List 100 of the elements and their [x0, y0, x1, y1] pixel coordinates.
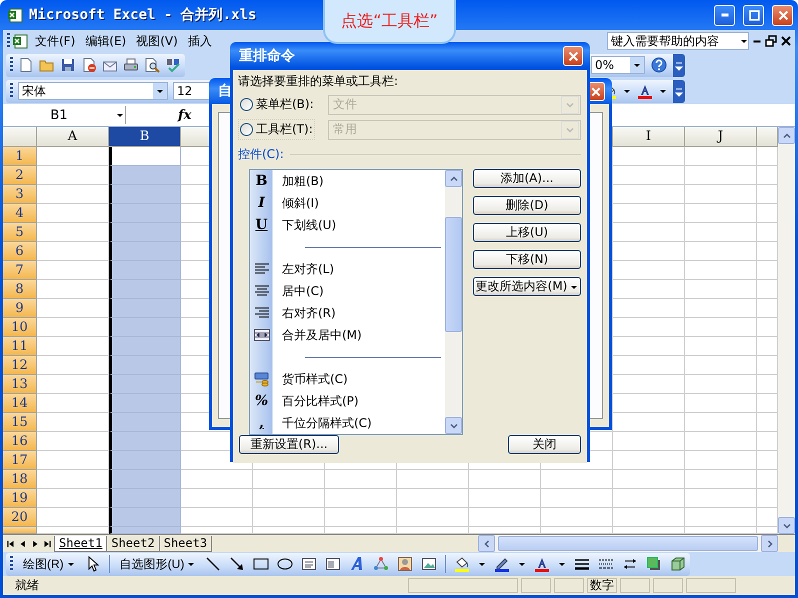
sheet-cell[interactable]: [397, 508, 469, 527]
sheet-cell[interactable]: [613, 280, 685, 299]
font-field[interactable]: 宋体: [18, 82, 168, 100]
row-header[interactable]: 13: [3, 375, 37, 394]
sheet-cell[interactable]: [469, 508, 541, 527]
column-header[interactable]: J: [685, 127, 757, 147]
scroll-thumb[interactable]: [445, 217, 462, 332]
command-item[interactable]: 右对齐(R): [250, 302, 445, 324]
column-header[interactable]: [757, 127, 778, 147]
sheet-cell[interactable]: [109, 394, 181, 413]
sheet-cell[interactable]: [685, 356, 757, 375]
close-button[interactable]: [563, 46, 583, 66]
sheet-cell[interactable]: [613, 432, 685, 451]
minimize-workbook-icon[interactable]: [753, 40, 761, 42]
line-icon[interactable]: [205, 556, 222, 572]
sheet-cell[interactable]: [613, 489, 685, 508]
diagram-icon[interactable]: [373, 556, 390, 572]
sheet-cell[interactable]: [685, 489, 757, 508]
column-header[interactable]: B: [109, 127, 181, 147]
sheet-cell[interactable]: [541, 489, 613, 508]
sheet-cell[interactable]: [685, 375, 757, 394]
arrow-icon[interactable]: [229, 556, 246, 572]
toolbar-options-button[interactable]: [673, 54, 685, 76]
scroll-up-button[interactable]: [445, 170, 462, 187]
sheet-cell[interactable]: [253, 470, 325, 489]
line-color-icon[interactable]: [494, 556, 510, 572]
sheet-cell[interactable]: [685, 147, 757, 166]
vertical-text-box-icon[interactable]: [325, 556, 342, 572]
draw-menu-button[interactable]: 绘图(R): [21, 556, 77, 572]
rectangle-icon[interactable]: [253, 556, 270, 572]
sheet-cell[interactable]: [181, 508, 253, 527]
sheet-cell[interactable]: [541, 508, 613, 527]
caret-icon[interactable]: [478, 561, 486, 567]
column-header[interactable]: A: [37, 127, 109, 147]
sheet-cell[interactable]: [685, 470, 757, 489]
row-header[interactable]: 16: [3, 432, 37, 451]
sheet-cell[interactable]: [109, 166, 181, 185]
permission-icon[interactable]: [81, 57, 97, 73]
command-item[interactable]: U 下划线(U): [250, 214, 445, 236]
dialog-button[interactable]: 删除(D): [473, 196, 581, 215]
scroll-down-button[interactable]: [445, 417, 462, 434]
sheet-cell[interactable]: [469, 489, 541, 508]
menu-item[interactable]: 插入: [184, 30, 215, 52]
oval-icon[interactable]: [277, 556, 294, 572]
new-document-icon[interactable]: [18, 57, 34, 73]
sheet-cell[interactable]: [109, 527, 181, 534]
sheet-cell[interactable]: [685, 318, 757, 337]
sheet-cell[interactable]: [613, 413, 685, 432]
sheet-cell[interactable]: [109, 280, 181, 299]
sheet-cell[interactable]: [613, 470, 685, 489]
sheet-cell[interactable]: [325, 489, 397, 508]
sheet-cell[interactable]: [253, 508, 325, 527]
command-item[interactable]: I 倾斜(I): [250, 192, 445, 214]
sheet-cell[interactable]: [685, 280, 757, 299]
sheet-cell[interactable]: [685, 394, 757, 413]
help-icon[interactable]: [651, 57, 667, 73]
arrow-style-icon[interactable]: [622, 556, 638, 572]
sheet-cell[interactable]: [253, 489, 325, 508]
column-header[interactable]: I: [613, 127, 685, 147]
sheet-cell[interactable]: [469, 470, 541, 489]
sheet-cell[interactable]: [613, 356, 685, 375]
scroll-down-button[interactable]: [778, 517, 795, 534]
sheet-cell[interactable]: [109, 413, 181, 432]
command-item[interactable]: 货币样式(C): [250, 368, 445, 390]
close-button[interactable]: [772, 4, 793, 26]
3d-style-icon[interactable]: [670, 556, 686, 572]
excel-document-icon[interactable]: [12, 33, 28, 49]
sheet-cell[interactable]: [685, 185, 757, 204]
sheet-cell[interactable]: [397, 489, 469, 508]
sheet-cell[interactable]: [397, 470, 469, 489]
zoom-field[interactable]: 0%: [591, 56, 645, 74]
sheet-tab[interactable]: Sheet2: [106, 536, 160, 552]
command-item[interactable]: 合并及居中(M): [250, 324, 445, 346]
command-item[interactable]: B 加粗(B): [250, 170, 445, 192]
scroll-up-button[interactable]: [778, 127, 795, 144]
text-box-icon[interactable]: [301, 556, 318, 572]
toolbar-options-button[interactable]: [673, 80, 685, 102]
save-icon[interactable]: [60, 57, 76, 73]
restore-workbook-icon[interactable]: [765, 35, 777, 47]
sheet-cell[interactable]: [613, 318, 685, 337]
sheet-cell[interactable]: [613, 508, 685, 527]
row-header[interactable]: 15: [3, 413, 37, 432]
dropdown-caret-icon[interactable]: [623, 88, 631, 94]
row-header[interactable]: 2: [3, 166, 37, 185]
row-header[interactable]: 6: [3, 242, 37, 261]
sheet-cell[interactable]: [109, 375, 181, 394]
help-search-field[interactable]: 键入需要帮助的内容: [607, 32, 749, 50]
row-header[interactable]: 7: [3, 261, 37, 280]
insert-function-button[interactable]: fx: [176, 108, 194, 122]
scroll-thumb[interactable]: [498, 536, 758, 551]
sheet-cell[interactable]: [613, 185, 685, 204]
sheet-cell[interactable]: [685, 432, 757, 451]
sheet-cell[interactable]: [613, 261, 685, 280]
dropdown-caret-icon[interactable]: [659, 88, 667, 94]
sheet-cell[interactable]: [685, 451, 757, 470]
row-header[interactable]: 19: [3, 489, 37, 508]
sheet-cell[interactable]: [109, 318, 181, 337]
spelling-icon[interactable]: [165, 57, 181, 73]
sheet-cell[interactable]: [109, 432, 181, 451]
sheet-cell[interactable]: [613, 223, 685, 242]
